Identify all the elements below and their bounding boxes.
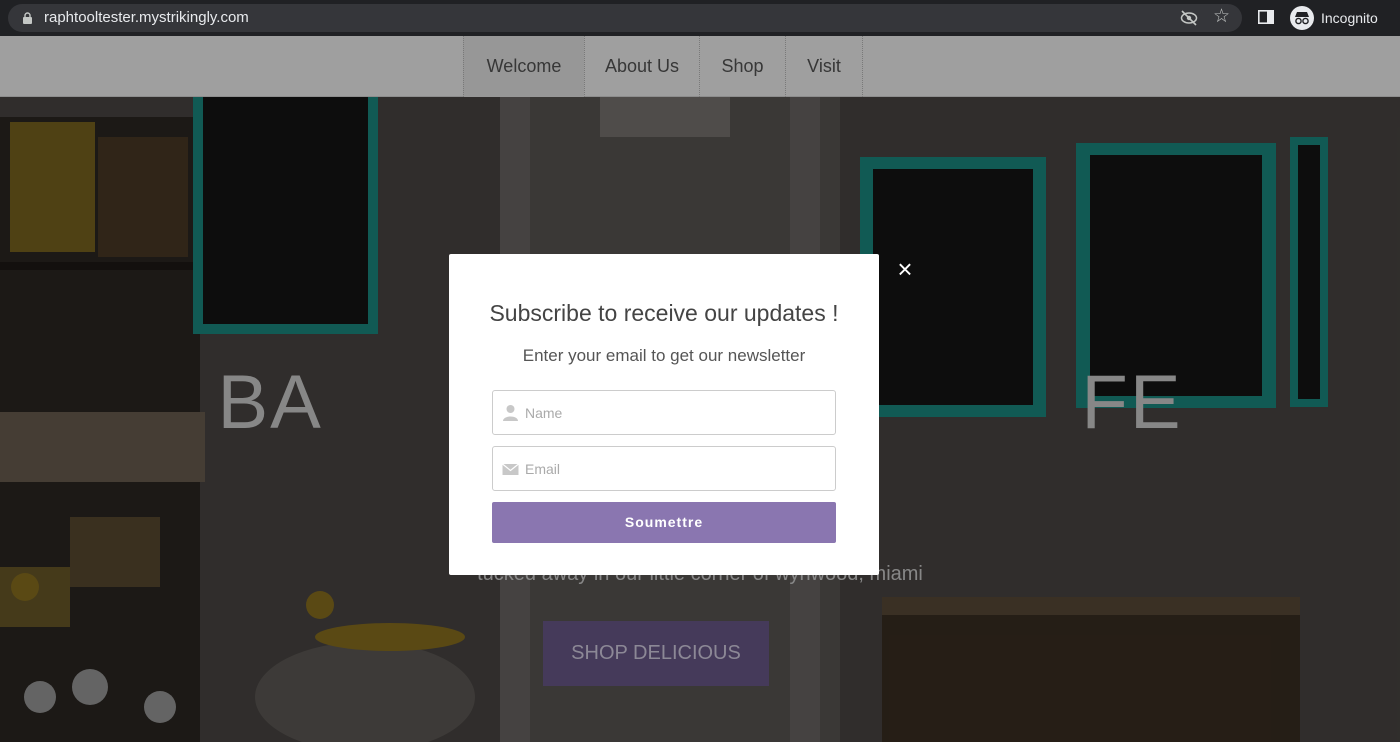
user-icon bbox=[503, 405, 518, 421]
url-text[interactable]: raphtooltester.mystrikingly.com bbox=[44, 9, 249, 26]
browser-toolbar: raphtooltester.mystrikingly.com ☆ Incogn… bbox=[0, 0, 1400, 36]
lock-icon[interactable] bbox=[22, 12, 33, 24]
address-bar[interactable]: raphtooltester.mystrikingly.com ☆ bbox=[8, 4, 1242, 32]
close-icon[interactable]: × bbox=[893, 256, 917, 282]
email-input[interactable] bbox=[525, 447, 825, 490]
submit-button[interactable]: Soumettre bbox=[492, 502, 836, 543]
name-input[interactable] bbox=[525, 391, 825, 434]
subscribe-modal: Subscribe to receive our updates ! Enter… bbox=[449, 254, 879, 575]
eye-off-icon[interactable] bbox=[1180, 10, 1198, 26]
incognito-icon[interactable] bbox=[1290, 6, 1314, 30]
envelope-icon bbox=[502, 463, 519, 475]
star-icon[interactable]: ☆ bbox=[1213, 6, 1230, 28]
incognito-label: Incognito bbox=[1321, 10, 1378, 26]
name-field[interactable] bbox=[492, 390, 836, 435]
modal-title: Subscribe to receive our updates ! bbox=[489, 300, 839, 326]
modal-description: Enter your email to get our newsletter bbox=[522, 346, 806, 365]
email-field[interactable] bbox=[492, 446, 836, 491]
side-panel-icon[interactable] bbox=[1258, 10, 1274, 24]
